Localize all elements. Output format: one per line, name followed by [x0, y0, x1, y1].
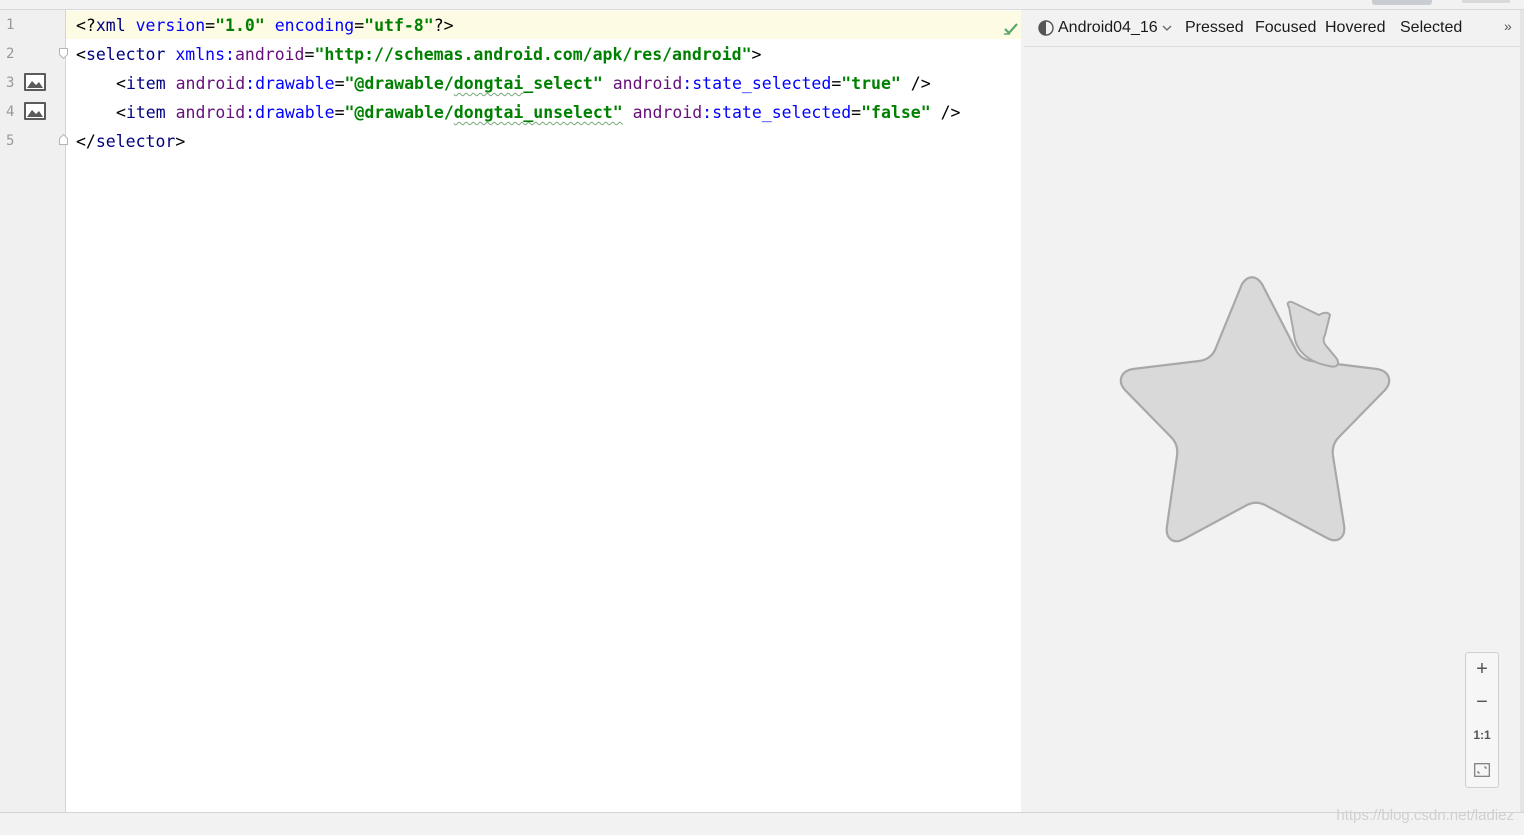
code-line-1[interactable]: <?xml version="1.0" encoding="utf-8"?>	[76, 11, 454, 40]
top-tab-strip	[0, 0, 1524, 10]
line-number: 3	[6, 75, 15, 91]
code-area[interactable]: <?xml version="1.0" encoding="utf-8"?> <…	[66, 10, 1021, 812]
zoom-controls: + − 1:1	[1465, 652, 1499, 788]
right-tool-strip	[1520, 10, 1524, 812]
chevron-down-icon[interactable]	[1162, 24, 1172, 32]
tab-stub-secondary[interactable]	[1462, 0, 1510, 3]
status-bar: https://blog.csdn.net/ladiez	[0, 807, 1524, 835]
state-toggle-focused[interactable]: Focused	[1255, 18, 1316, 38]
line-number: 5	[6, 133, 15, 149]
image-icon[interactable]	[24, 73, 46, 91]
line-number: 2	[6, 46, 15, 62]
more-actions-button[interactable]: »	[1504, 18, 1512, 34]
state-toggle-hovered[interactable]: Hovered	[1325, 18, 1385, 38]
preview-toolbar: Android04_16 Pressed Focused Hovered Sel…	[1024, 10, 1520, 47]
watermark: https://blog.csdn.net/ladiez	[1336, 807, 1514, 824]
drawable-preview-panel: Android04_16 Pressed Focused Hovered Sel…	[1024, 10, 1520, 812]
code-line-2[interactable]: <selector xmlns:android="http://schemas.…	[76, 40, 761, 69]
zoom-out-icon[interactable]: −	[1466, 686, 1498, 718]
code-line-3[interactable]: <item android:drawable="@drawable/dongta…	[116, 69, 931, 98]
code-line-4[interactable]: <item android:drawable="@drawable/dongta…	[116, 98, 960, 127]
editor-gutter: 1 2 3 4 5	[0, 10, 68, 812]
actual-size-button[interactable]: 1:1	[1466, 719, 1498, 751]
state-toggle-pressed[interactable]: Pressed	[1185, 18, 1244, 38]
theme-selector[interactable]: Android04_16	[1058, 18, 1158, 38]
code-line-5[interactable]: </selector>	[76, 127, 185, 156]
fit-screen-icon[interactable]	[1474, 763, 1490, 777]
state-toggle-selected[interactable]: Selected	[1400, 18, 1462, 38]
line-number: 4	[6, 104, 15, 120]
zoom-in-icon[interactable]: +	[1466, 653, 1498, 685]
theme-icon[interactable]	[1038, 20, 1054, 36]
check-icon[interactable]	[1003, 21, 1019, 37]
line-number: 1	[6, 17, 15, 33]
image-icon[interactable]	[24, 102, 46, 120]
star-drawable-image	[1119, 276, 1391, 543]
code-editor[interactable]: 1 2 3 4 5 <?xml version="1.0" encoding="…	[0, 10, 1021, 812]
tab-stub[interactable]	[1372, 0, 1432, 5]
